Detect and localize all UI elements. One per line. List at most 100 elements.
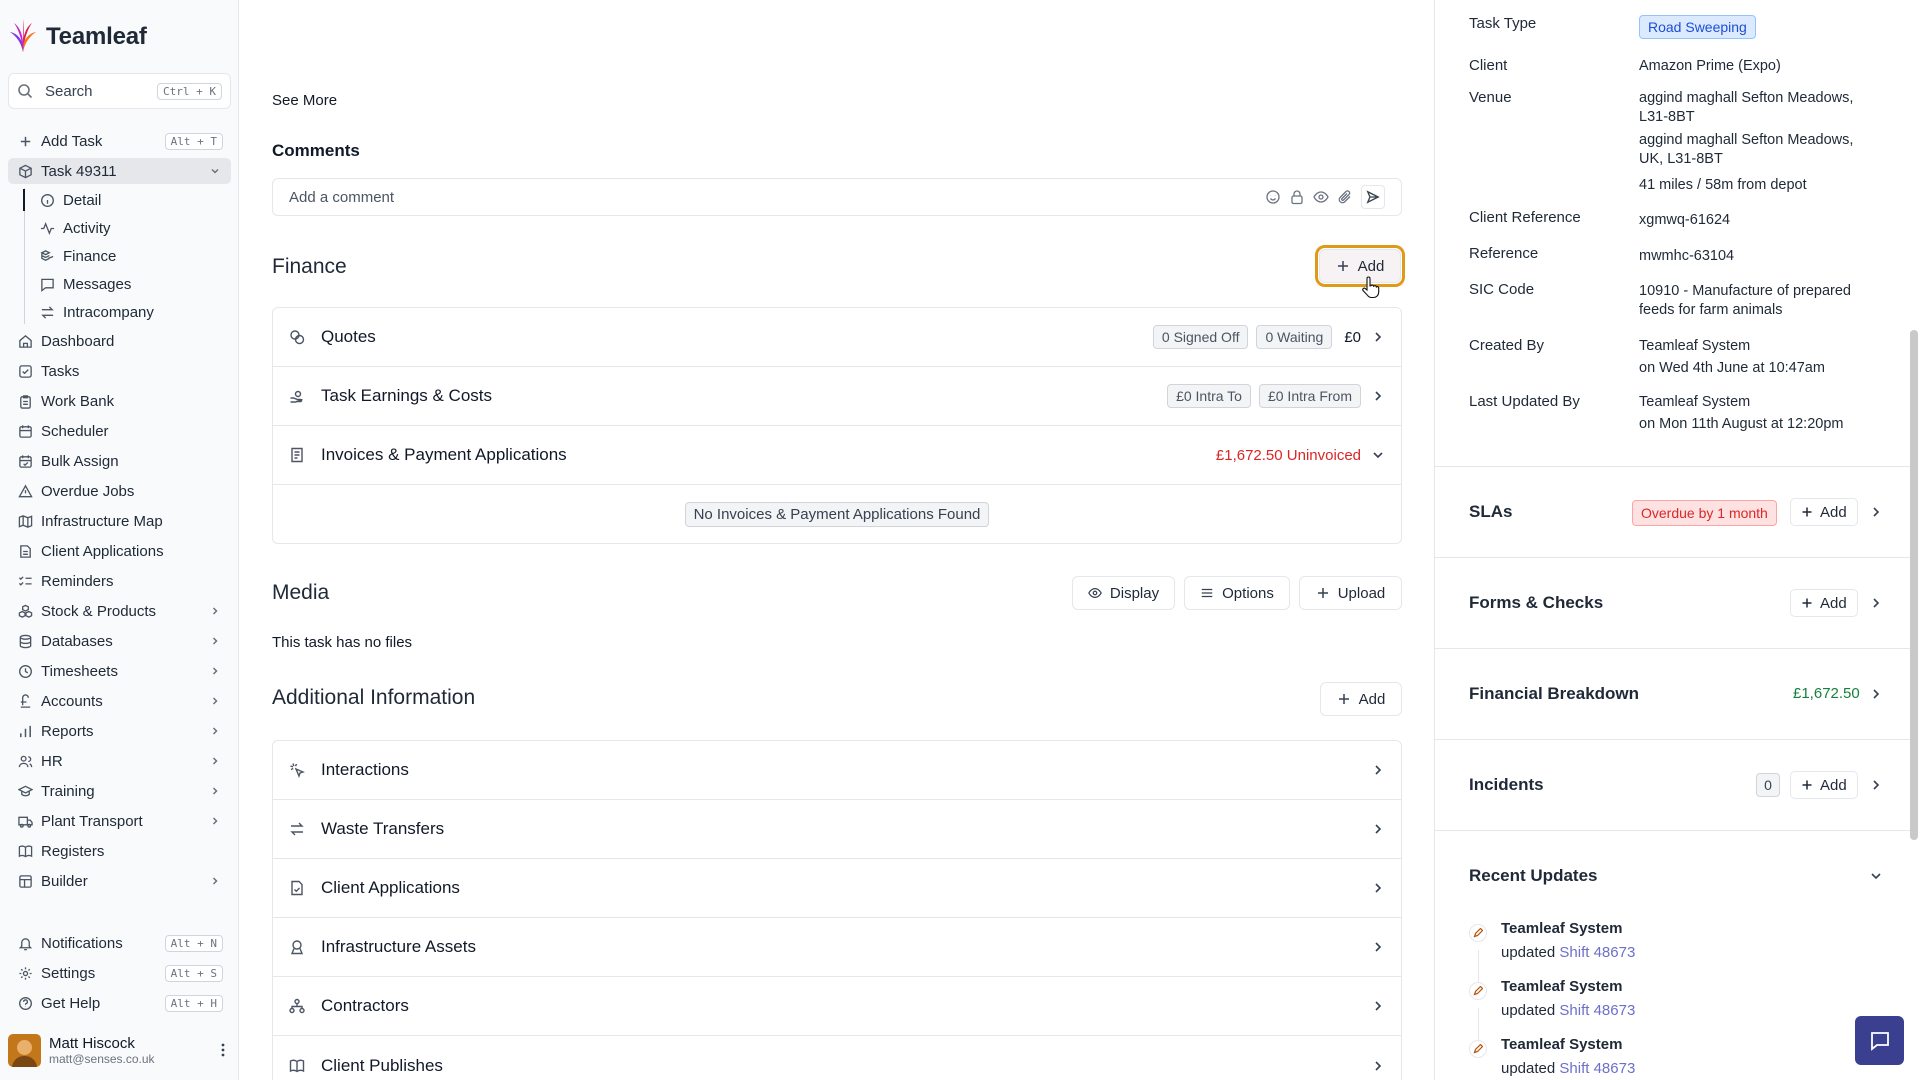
lock-icon[interactable] (1289, 189, 1305, 205)
invoices-empty-text: No Invoices & Payment Applications Found (684, 501, 990, 527)
uninvoiced-amount: £1,672.50 Uninvoiced (1215, 446, 1361, 464)
sidebar-item-settings[interactable]: Settings Alt + S (8, 960, 231, 986)
brand-logo[interactable]: Teamleaf (8, 18, 147, 56)
info-icon (41, 193, 54, 207)
sidebar-item-scheduler[interactable]: Scheduler (8, 418, 231, 444)
quotes-row[interactable]: Quotes 0 Signed Off 0 Waiting £0 (273, 308, 1401, 367)
leaf-logo-icon (10, 19, 36, 52)
contractors-row[interactable]: Contractors (273, 977, 1401, 1036)
client-publishes-row[interactable]: Client Publishes (273, 1036, 1401, 1080)
update-link[interactable]: Shift 48673 (1559, 1060, 1635, 1077)
upload-button[interactable]: Upload (1299, 576, 1402, 610)
update-link[interactable]: Shift 48673 (1559, 944, 1635, 961)
sidebar-item-detail[interactable]: Detail (30, 187, 230, 213)
sidebar-item-label: HR (41, 752, 63, 770)
client-applications-row[interactable]: Client Applications (273, 859, 1401, 918)
created-by-name: Teamleaf System (1639, 338, 1751, 354)
sidebar-item-client-applications[interactable]: Client Applications (8, 538, 231, 564)
sidebar-item-notifications[interactable]: Notifications Alt + N (8, 930, 231, 956)
chevron-right-icon (212, 757, 218, 765)
task-type-badge: Road Sweeping (1639, 15, 1756, 39)
invoices-row[interactable]: Invoices & Payment Applications £1,672.5… (273, 426, 1401, 485)
sidebar-item-get-help[interactable]: Get Help Alt + H (8, 990, 231, 1016)
incidents-add-button[interactable]: Add (1790, 771, 1858, 799)
sidebar-item-finance[interactable]: Finance (30, 243, 230, 269)
chevron-down-icon[interactable] (209, 165, 221, 177)
sidebar-item-accounts[interactable]: Accounts (8, 688, 231, 714)
sidebar-item-plant-transport[interactable]: Plant Transport (8, 808, 231, 834)
update-author: Teamleaf System (1501, 978, 1623, 995)
eye-icon[interactable] (1313, 189, 1329, 205)
pointer-click-icon (290, 763, 305, 778)
sidebar-item-reminders[interactable]: Reminders (8, 568, 231, 594)
options-button[interactable]: Options (1184, 576, 1290, 610)
last-updated-name: Teamleaf System (1639, 394, 1751, 410)
coins-icon (290, 330, 305, 345)
coins-icon (40, 249, 54, 261)
invoices-label: Invoices & Payment Applications (321, 445, 567, 464)
earnings-row[interactable]: Task Earnings & Costs £0 Intra To £0 Int… (273, 367, 1401, 426)
waste-transfers-row[interactable]: Waste Transfers (273, 800, 1401, 859)
sidebar-item-hr[interactable]: HR (8, 748, 231, 774)
search-button[interactable]: Search Ctrl + K (8, 73, 231, 109)
sidebar-item-stock-products[interactable]: Stock & Products (8, 598, 231, 624)
client-reference-value: xgmwq-61624 (1639, 212, 1731, 228)
intra-to-badge: £0 Intra To (1167, 384, 1251, 408)
sic-code-value: 10910 - Manufacture of prepared feeds fo… (1639, 283, 1851, 318)
finance-add-button[interactable]: Add (1315, 245, 1405, 287)
send-comment-button[interactable] (1361, 185, 1385, 209)
notifications-shortcut: Alt + N (164, 934, 223, 952)
sidebar-item-intracompany[interactable]: Intracompany (30, 299, 230, 325)
sidebar-item-dashboard[interactable]: Dashboard (8, 328, 231, 354)
sidebar-item-infrastructure-map[interactable]: Infrastructure Map (8, 508, 231, 534)
additional-info-card: Interactions Waste Transfers Client Appl… (272, 740, 1402, 1080)
update-link[interactable]: Shift 48673 (1559, 1002, 1635, 1019)
chat-button[interactable] (1855, 1016, 1904, 1065)
chevron-right-icon[interactable] (1869, 778, 1883, 792)
sidebar-item-work-bank[interactable]: Work Bank (8, 388, 231, 414)
paperclip-icon[interactable] (1337, 189, 1353, 205)
additional-add-button[interactable]: Add (1320, 682, 1402, 716)
incidents-count: 0 (1756, 773, 1780, 797)
sidebar-item-registers[interactable]: Registers (8, 838, 231, 864)
help-shortcut: Alt + H (164, 994, 223, 1012)
see-more-link[interactable]: See More (272, 92, 337, 109)
sidebar-item-timesheets[interactable]: Timesheets (8, 658, 231, 684)
more-vertical-icon[interactable] (215, 1042, 231, 1058)
send-icon (1366, 190, 1380, 204)
pound-icon (20, 693, 31, 708)
display-button[interactable]: Display (1072, 576, 1175, 610)
sidebar-item-bulk-assign[interactable]: Bulk Assign (8, 448, 231, 474)
update-text: updated Shift 48673 (1501, 1060, 1635, 1077)
sidebar-item-training[interactable]: Training (8, 778, 231, 804)
plus-icon (1317, 588, 1328, 598)
chevron-down-icon[interactable] (1869, 869, 1883, 883)
sidebar-item-databases[interactable]: Databases (8, 628, 231, 654)
add-task-button[interactable]: Add Task Alt + T (8, 128, 231, 154)
add-task-shortcut: Alt + T (164, 132, 223, 150)
sidebar-item-label: Infrastructure Map (41, 512, 163, 530)
sidebar-item-activity[interactable]: Activity (30, 215, 230, 241)
sidebar-item-reports[interactable]: Reports (8, 718, 231, 744)
sidebar-item-builder[interactable]: Builder (8, 868, 231, 894)
interactions-row[interactable]: Interactions (273, 741, 1401, 800)
sidebar-item-label: Training (41, 782, 95, 800)
sidebar-item-tasks[interactable]: Tasks (8, 358, 231, 384)
user-menu[interactable]: Matt Hiscock matt@senses.co.uk (8, 1030, 231, 1070)
sidebar-item-label: Builder (41, 872, 88, 890)
sidebar-item-messages[interactable]: Messages (30, 271, 230, 297)
infrastructure-assets-row[interactable]: Infrastructure Assets (273, 918, 1401, 977)
plus-icon (1802, 598, 1812, 608)
emoji-icon[interactable] (1265, 189, 1281, 205)
update-item: Teamleaf System updated Shift 48673 (1469, 920, 1889, 968)
sidebar-item-overdue-jobs[interactable]: Overdue Jobs (8, 478, 231, 504)
scrollbar-thumb[interactable] (1910, 330, 1918, 840)
chevron-right-icon (212, 817, 218, 825)
sidebar-item-task[interactable]: Task 49311 (8, 158, 231, 184)
chevron-right-icon[interactable] (1869, 505, 1883, 519)
comment-input[interactable]: Add a comment (272, 178, 1402, 216)
chevron-right-icon[interactable] (1869, 687, 1883, 701)
slas-add-button[interactable]: Add (1790, 498, 1858, 526)
chevron-right-icon[interactable] (1869, 596, 1883, 610)
forms-add-button[interactable]: Add (1790, 589, 1858, 617)
